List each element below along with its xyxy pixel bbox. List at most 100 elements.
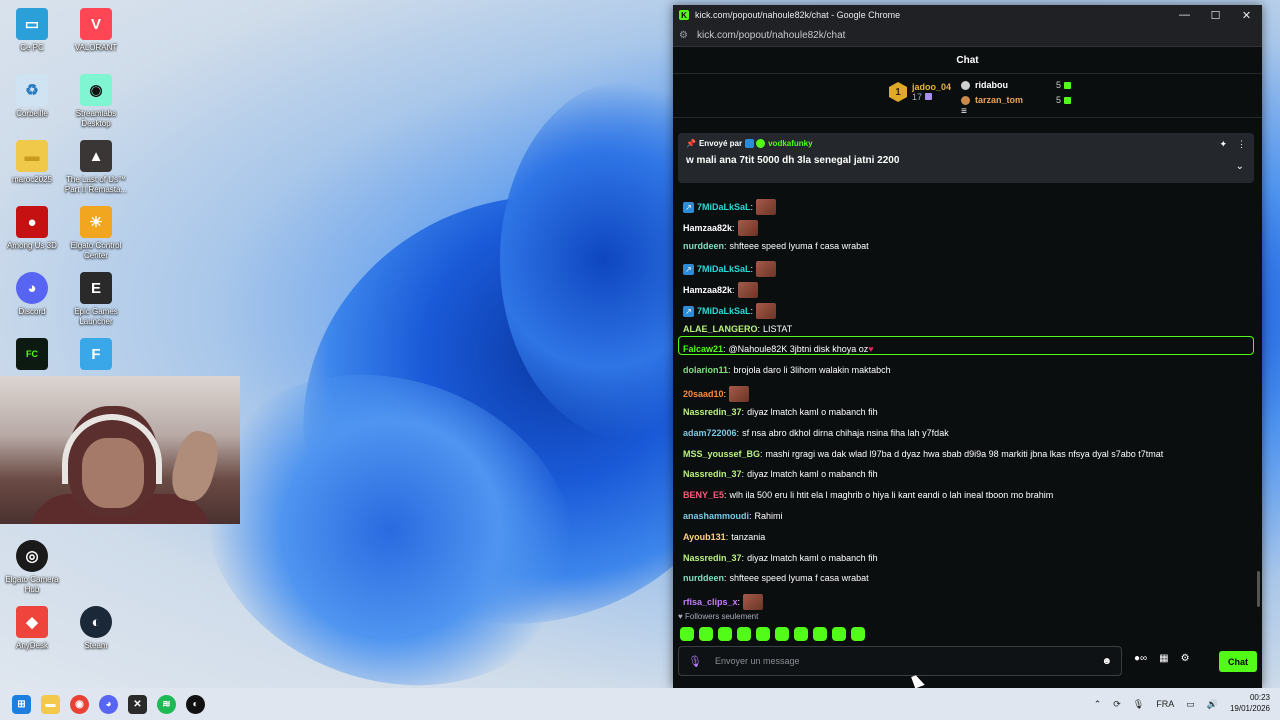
chat-username[interactable]: dolarion11 xyxy=(683,365,728,375)
desktop-icon-valorant[interactable]: V VALORANT xyxy=(64,8,128,53)
kick-points-icon[interactable]: ●∞ xyxy=(1134,653,1147,664)
chat-text: mashi rgragi wa dak wlad l97ba d dyaz hw… xyxy=(765,449,1164,459)
chat-username[interactable]: Ayoub131 xyxy=(683,532,726,542)
settings-gear-icon[interactable]: ⚙ xyxy=(1181,653,1190,664)
desktop-icon-among-us[interactable]: ● Among Us 3D xyxy=(0,206,64,251)
sender-badge-icon xyxy=(745,139,755,148)
network-icon[interactable]: ▭ xyxy=(1186,699,1195,710)
emote-button[interactable] xyxy=(756,627,770,641)
windows-start-icon[interactable]: ⊞ xyxy=(12,694,31,714)
desktop-icon-elgato-control[interactable]: ☀ Elgato Control Center xyxy=(64,206,128,260)
emote-button[interactable] xyxy=(775,627,789,641)
chat-username[interactable]: 20saad10 xyxy=(683,389,724,399)
leaderboard-third[interactable]: tarzan_tom 5 xyxy=(961,95,1071,105)
desktop-icon-fortnite[interactable]: F xyxy=(64,338,128,373)
chat-username[interactable]: 7MiDaLkSaL xyxy=(697,306,751,316)
send-chat-button[interactable]: Chat xyxy=(1219,651,1257,672)
address-bar[interactable]: ⚙ kick.com/popout/nahoule82k/chat xyxy=(673,25,1262,47)
sync-icon[interactable]: ⟳ xyxy=(1113,699,1121,710)
desktop-icon-corbeille[interactable]: ♻ Corbeille xyxy=(0,74,64,119)
leaderboard-expand-icon[interactable]: ≡ xyxy=(961,106,967,117)
emote-button[interactable] xyxy=(680,627,694,641)
volume-icon[interactable]: 🔊 xyxy=(1207,699,1218,710)
desktop-icon-epic-games[interactable]: E Epic Games Launcher xyxy=(64,272,128,326)
minimize-button[interactable]: — xyxy=(1169,9,1200,22)
chat-username[interactable]: Hamzaa82k xyxy=(683,223,732,233)
emote-button[interactable] xyxy=(813,627,827,641)
emote-button[interactable] xyxy=(794,627,808,641)
leaderboard-second[interactable]: ridabou 5 xyxy=(961,80,1071,90)
chat-emote xyxy=(756,199,777,215)
input-language[interactable]: FRA xyxy=(1156,699,1174,709)
desktop-icon-elgato-camera[interactable]: ◎ Elgato Camera Hub xyxy=(0,540,64,594)
leaderboard-third-count: 5 xyxy=(1055,95,1061,105)
emoji-picker-icon[interactable]: ☻ xyxy=(1101,656,1112,667)
microphone-tray-icon[interactable]: 🎙 xyxy=(1133,699,1144,710)
chat-username[interactable]: Nassredin_37 xyxy=(683,469,742,479)
username-separator: : xyxy=(749,511,752,521)
desktop-icon-ce-pc[interactable]: ▭ Ce PC xyxy=(0,8,64,53)
capcut-icon[interactable]: ✕ xyxy=(128,694,147,714)
microphone-icon[interactable]: 🎙 xyxy=(688,655,702,668)
chat-username[interactable]: Hamzaa82k xyxy=(683,285,732,295)
emote-button[interactable] xyxy=(718,627,732,641)
chat-emote xyxy=(756,303,777,319)
pin-actions[interactable]: ✦ ⋮ xyxy=(1219,139,1246,150)
unpin-icon[interactable]: ✦ xyxy=(1219,139,1227,149)
chat-username[interactable]: nurddeen xyxy=(683,573,724,583)
chat-username[interactable]: MSS_youssef_BG xyxy=(683,449,760,459)
discord-taskbar-icon[interactable]: ◕ xyxy=(99,694,118,714)
emote-button[interactable] xyxy=(851,627,865,641)
desktop-icon-anydesk[interactable]: ◆ AnyDesk xyxy=(0,606,64,651)
chat-username[interactable]: adam722006 xyxy=(683,428,737,438)
gift-leaderboard: 1 jadoo_04 17 ridabou 5 tarzan_tom 5 ≡ xyxy=(673,74,1262,118)
chrome-icon[interactable]: ◉ xyxy=(70,694,89,714)
close-button[interactable]: ✕ xyxy=(1231,9,1262,22)
window-titlebar[interactable]: K kick.com/popout/nahoule82k/chat - Goog… xyxy=(673,5,1262,25)
tray-expand-icon[interactable]: ⌃ xyxy=(1094,699,1102,710)
url-text[interactable]: kick.com/popout/nahoule82k/chat xyxy=(697,30,845,41)
chat-username[interactable]: Nassredin_37 xyxy=(683,553,742,563)
leaderboard-first[interactable]: 1 jadoo_04 17 xyxy=(889,82,951,102)
chat-scrollbar[interactable] xyxy=(1257,571,1260,607)
desktop-icon-steam[interactable]: ◐ Steam xyxy=(64,606,128,651)
chat-username[interactable]: 7MiDaLkSaL xyxy=(697,202,751,212)
emote-button[interactable] xyxy=(737,627,751,641)
chat-text: LISTAT xyxy=(763,324,793,334)
desktop-icon-last-of-us[interactable]: ▲ The Last of Us™ Part II Remasta... xyxy=(64,140,128,194)
store-icon[interactable]: ▦ xyxy=(1159,653,1168,664)
chat-username[interactable]: Nassredin_37 xyxy=(683,407,742,417)
desktop-icon-maroc2025[interactable]: ▬ maroc2025 xyxy=(0,140,64,185)
file-explorer-icon[interactable]: ▬ xyxy=(41,694,60,714)
emote-button[interactable] xyxy=(699,627,713,641)
chat-username[interactable]: 7MiDaLkSaL xyxy=(697,264,751,274)
leaderboard-second-name: ridabou xyxy=(975,80,1008,90)
spotify-icon[interactable]: ≋ xyxy=(157,694,176,714)
chat-text: diyaz lmatch kaml o mabanch fih xyxy=(747,553,878,563)
chat-username[interactable]: ALAE_LANGERO xyxy=(683,324,758,334)
clock[interactable]: 00:23 19/01/2026 xyxy=(1230,693,1270,715)
site-settings-icon[interactable]: ⚙ xyxy=(679,30,697,41)
chat-text: shfteee speed lyuma f casa wrabat xyxy=(729,573,869,583)
chat-username[interactable]: anashammoudi xyxy=(683,511,749,521)
subscriber-badge-icon: ↗ xyxy=(683,263,694,275)
chat-message: nurddeen: shfteee speed lyuma f casa wrab… xyxy=(683,241,869,251)
message-input[interactable] xyxy=(714,656,1102,666)
desktop-icon-discord[interactable]: ◕ Discord xyxy=(0,272,64,317)
pinned-sender[interactable]: vodkafunky xyxy=(768,139,812,148)
desktop-icon-fc25[interactable]: FC xyxy=(0,338,64,373)
chat-text: sf nsa abro dkhol dirna chihaja nsina fi… xyxy=(742,428,949,438)
chat-username[interactable]: BENY_E5 xyxy=(683,490,724,500)
chat-username[interactable]: rfisa_clips_x xyxy=(683,597,738,607)
more-options-icon[interactable]: ⋮ xyxy=(1237,139,1246,149)
pinned-sent-by-label: Envoyé par xyxy=(698,139,743,148)
chat-message: ↗ 7MiDaLkSaL: xyxy=(683,303,777,319)
taskbar: ⊞ ▬ ◉ ◕ ✕ ≋ ◐ ⌃ ⟳ 🎙 FRA ▭ 🔊 00:23 19/01/… xyxy=(0,688,1280,720)
chevron-down-icon[interactable]: ⌄ xyxy=(1236,161,1244,172)
maximize-button[interactable]: ☐ xyxy=(1200,9,1231,22)
obs-icon[interactable]: ◐ xyxy=(186,694,205,714)
chat-username[interactable]: nurddeen xyxy=(683,241,724,251)
message-input-box[interactable]: 🎙 ☻ xyxy=(678,646,1122,676)
emote-button[interactable] xyxy=(832,627,846,641)
desktop-icon-streamlabs[interactable]: ◉ Streamlabs Desktop xyxy=(64,74,128,128)
